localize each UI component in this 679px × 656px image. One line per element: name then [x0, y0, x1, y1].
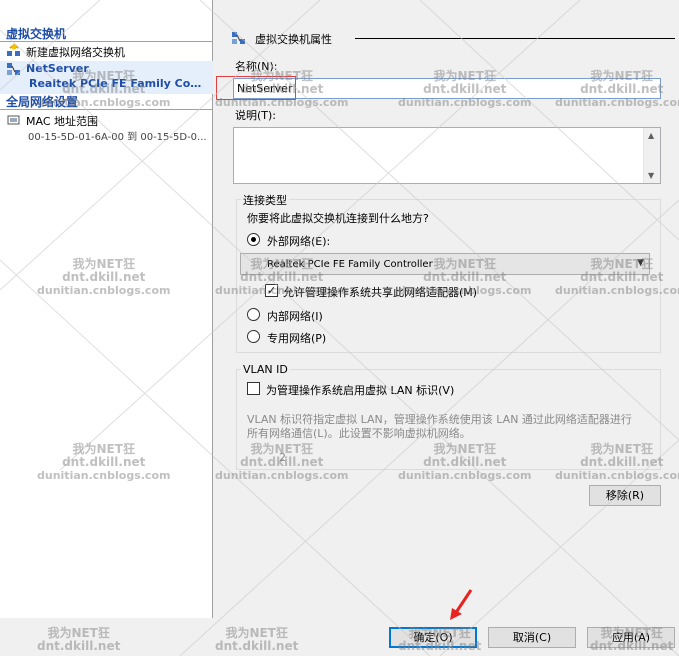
scroll-up-icon[interactable]: ▲ [648, 131, 654, 140]
virtual-switch-icon [7, 63, 20, 75]
virtual-switches-header: 虚拟交换机 [0, 27, 213, 42]
remove-button[interactable]: 移除(R) [589, 485, 661, 506]
description-scrollbar[interactable]: ▲ ▼ [643, 128, 660, 183]
new-switch-label: 新建虚拟网络交换机 [26, 46, 125, 59]
ok-button[interactable]: 确定(O) [389, 627, 477, 648]
mac-address-range-item[interactable]: MAC 地址范围 00-15-5D-01-6A-00 到 00-15-5D-0.… [0, 112, 213, 146]
switch-name-input[interactable] [233, 78, 661, 99]
dialog-footer [0, 618, 679, 656]
internal-network-label: 内部网络(I) [267, 310, 323, 323]
cancel-button[interactable]: 取消(C) [488, 627, 576, 648]
description-label: 说明(T): [235, 109, 277, 122]
highlight-box [216, 76, 296, 100]
external-adapter-select[interactable]: Realtek PCIe FE Family Controller ▼ [240, 253, 650, 275]
switch-item-netserver[interactable]: NetServer Realtek PCIe FE Family Contro.… [0, 61, 213, 94]
internal-network-radio[interactable] [247, 308, 260, 321]
global-network-settings-header: 全局网络设置 [0, 95, 213, 110]
header-rule [355, 38, 675, 39]
switch-adapter: Realtek PCIe FE Family Contro... [29, 77, 209, 90]
private-network-label: 专用网络(P) [267, 332, 327, 345]
allow-os-share-label: 允许管理操作系统共享此网络适配器(M) [283, 286, 478, 299]
chevron-down-icon: ▼ [637, 258, 644, 268]
external-network-label: 外部网络(E): [267, 235, 331, 248]
red-arrow-annotation [450, 589, 473, 620]
connection-question: 你要将此虚拟交换机连接到什么地方? [247, 212, 429, 225]
vlan-help-line2: 所有网络通信(L)。此设置不影响虚拟机网络。 [247, 427, 471, 440]
external-adapter-value: Realtek PCIe FE Family Controller [267, 259, 433, 270]
switch-name: NetServer [26, 62, 89, 75]
network-adapter-icon [7, 115, 20, 125]
properties-header: 虚拟交换机属性 [231, 30, 675, 46]
switch-tree-pane: 虚拟交换机 新建虚拟网络交换机 NetServer Realtek PCIe F… [0, 0, 213, 618]
description-textarea[interactable]: ▲ ▼ [233, 127, 661, 184]
vlan-id-value: 2 [279, 451, 286, 464]
vlan-group-title: VLAN ID [241, 363, 290, 376]
virtual-switch-icon [232, 32, 245, 44]
external-network-radio[interactable] [247, 233, 260, 246]
properties-title: 虚拟交换机属性 [255, 33, 332, 46]
new-switch-icon [7, 44, 20, 56]
new-switch-item[interactable]: 新建虚拟网络交换机 [0, 43, 213, 61]
private-network-radio[interactable] [247, 330, 260, 343]
mac-range-value: 00-15-5D-01-6A-00 到 00-15-5D-0... [28, 132, 207, 143]
connection-type-title: 连接类型 [241, 192, 289, 208]
scroll-down-icon[interactable]: ▼ [648, 171, 654, 180]
name-label: 名称(N): [235, 60, 278, 73]
allow-os-share-checkbox[interactable]: ✓ [265, 284, 278, 297]
apply-button[interactable]: 应用(A) [587, 627, 675, 648]
enable-vlan-label: 为管理操作系统启用虚拟 LAN 标识(V) [266, 384, 455, 397]
enable-vlan-checkbox[interactable] [247, 382, 260, 395]
mac-range-label: MAC 地址范围 [26, 115, 98, 128]
